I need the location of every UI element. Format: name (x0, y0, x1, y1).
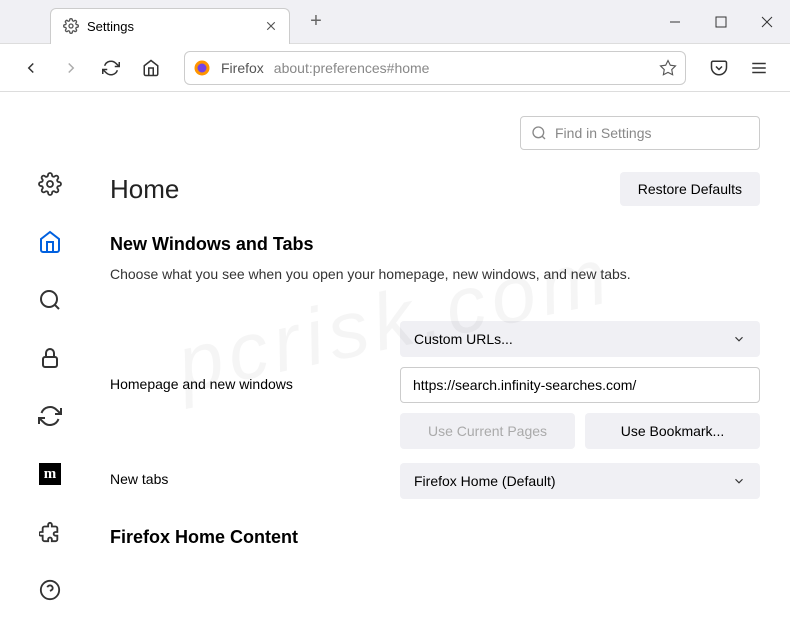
use-bookmark-button[interactable]: Use Bookmark... (585, 413, 760, 449)
app-menu-button[interactable] (742, 51, 776, 85)
sidebar-more-mozilla[interactable]: m (38, 462, 62, 486)
sidebar-home[interactable] (38, 230, 62, 254)
address-bar[interactable]: Firefox about:preferences#home (184, 51, 686, 85)
restore-defaults-button[interactable]: Restore Defaults (620, 172, 760, 206)
url-text: about:preferences#home (274, 60, 430, 76)
chevron-down-icon (732, 474, 746, 488)
settings-sidebar: m (0, 92, 100, 639)
gear-icon (63, 18, 79, 34)
use-current-pages-button[interactable]: Use Current Pages (400, 413, 575, 449)
close-icon[interactable] (263, 18, 279, 34)
dropdown-value: Custom URLs... (414, 331, 513, 347)
window-controls (652, 0, 790, 44)
home-button[interactable] (134, 51, 168, 85)
chevron-down-icon (732, 332, 746, 346)
search-icon (531, 125, 547, 141)
homepage-url-input[interactable] (400, 367, 760, 403)
section-new-windows-desc: Choose what you see when you open your h… (110, 265, 760, 285)
window-titlebar: Settings + (0, 0, 790, 44)
close-window-button[interactable] (744, 0, 790, 44)
sidebar-help[interactable] (38, 578, 62, 602)
browser-toolbar: Firefox about:preferences#home (0, 44, 790, 92)
forward-button[interactable] (54, 51, 88, 85)
find-placeholder: Find in Settings (555, 125, 652, 141)
minimize-button[interactable] (652, 0, 698, 44)
browser-tab[interactable]: Settings (50, 8, 290, 44)
dropdown-value: Firefox Home (Default) (414, 473, 556, 489)
newtabs-dropdown[interactable]: Firefox Home (Default) (400, 463, 760, 499)
sidebar-search[interactable] (38, 288, 62, 312)
back-button[interactable] (14, 51, 48, 85)
homepage-mode-dropdown[interactable]: Custom URLs... (400, 321, 760, 357)
mozilla-icon: m (39, 463, 61, 485)
sidebar-extensions[interactable] (38, 520, 62, 544)
settings-content: Find in Settings Home Restore Defaults N… (100, 92, 790, 639)
tab-title: Settings (87, 19, 255, 34)
reload-button[interactable] (94, 51, 128, 85)
page-title: Home (110, 174, 179, 205)
homepage-label: Homepage and new windows (110, 321, 400, 392)
pocket-button[interactable] (702, 51, 736, 85)
bookmark-star-icon[interactable] (659, 59, 677, 77)
sidebar-privacy[interactable] (38, 346, 62, 370)
section-new-windows-title: New Windows and Tabs (110, 234, 760, 255)
maximize-button[interactable] (698, 0, 744, 44)
url-identity: Firefox (221, 60, 264, 76)
section-home-content-title: Firefox Home Content (110, 527, 760, 548)
firefox-logo-icon (193, 59, 211, 77)
newtabs-label: New tabs (110, 463, 400, 487)
new-tab-button[interactable]: + (302, 8, 330, 36)
sidebar-general[interactable] (38, 172, 62, 196)
sidebar-sync[interactable] (38, 404, 62, 428)
find-in-settings[interactable]: Find in Settings (520, 116, 760, 150)
